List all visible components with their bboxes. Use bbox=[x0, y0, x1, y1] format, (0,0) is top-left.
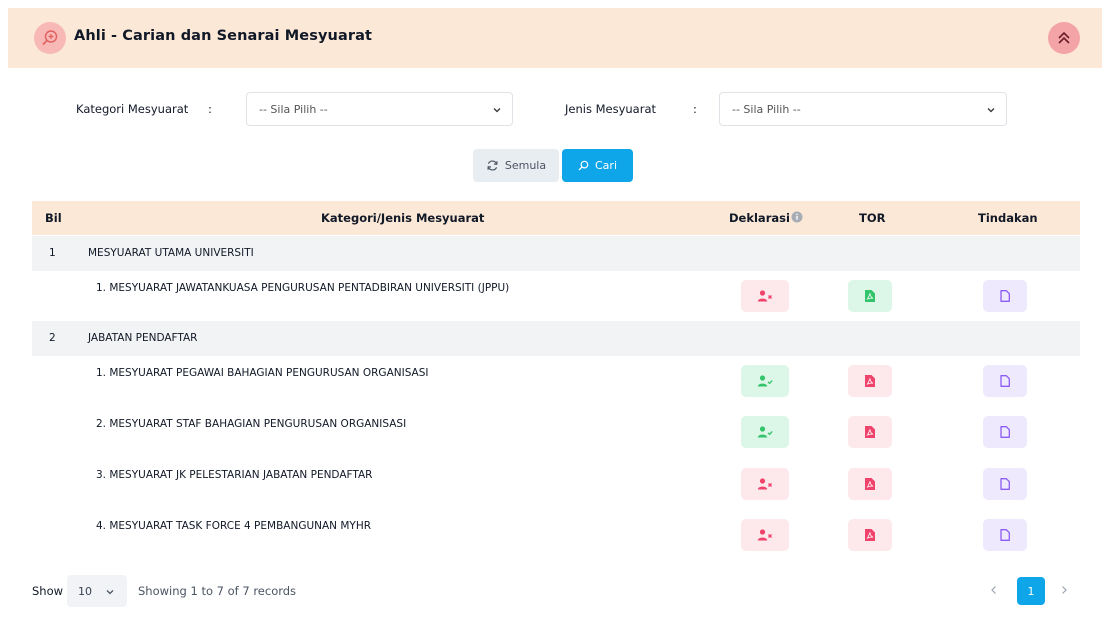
column-header-kategori[interactable]: Kategori/Jenis Mesyuarat bbox=[321, 211, 484, 225]
table-row: 2. MESYUARAT STAF BAHAGIAN PENGURUSAN OR… bbox=[32, 407, 1080, 458]
group-bil: 2 bbox=[49, 332, 56, 344]
meeting-name: 4. MESYUARAT TASK FORCE 4 PEMBANGUNAN MY… bbox=[96, 520, 372, 532]
column-header-bil: Bil bbox=[45, 211, 62, 225]
deklarasi-button[interactable] bbox=[741, 365, 789, 397]
jenis-colon: : bbox=[693, 102, 697, 116]
column-header-deklarasi: Deklarasi bbox=[729, 211, 790, 225]
meeting-name: 3. MESYUARAT JK PELESTARIAN JABATAN PEND… bbox=[96, 469, 373, 481]
collapse-button[interactable] bbox=[1048, 22, 1080, 54]
records-info: Showing 1 to 7 of 7 records bbox=[138, 584, 297, 598]
view-document-button[interactable] bbox=[983, 280, 1027, 312]
chevron-right-icon bbox=[1062, 586, 1067, 594]
file-pdf-icon bbox=[865, 478, 875, 490]
view-document-button[interactable] bbox=[983, 519, 1027, 551]
file-icon bbox=[1000, 290, 1010, 302]
search-icon bbox=[578, 160, 589, 171]
file-pdf-icon bbox=[865, 426, 875, 438]
chevron-double-up-icon bbox=[1058, 31, 1070, 44]
file-icon bbox=[1000, 529, 1010, 541]
user-check-icon bbox=[757, 426, 773, 438]
table-row: 1. MESYUARAT PEGAWAI BAHAGIAN PENGURUSAN… bbox=[32, 356, 1080, 407]
page-title: Ahli - Carian dan Senarai Mesyuarat bbox=[74, 28, 372, 44]
column-header-tindakan: Tindakan bbox=[978, 211, 1038, 225]
jenis-label: Jenis Mesyuarat bbox=[565, 102, 657, 116]
file-icon bbox=[1000, 426, 1010, 438]
meeting-name: 1. MESYUARAT PEGAWAI BAHAGIAN PENGURUSAN… bbox=[96, 367, 429, 379]
search-plus-icon bbox=[34, 22, 66, 54]
user-x-icon bbox=[757, 290, 772, 302]
user-x-icon bbox=[757, 529, 772, 541]
table-row: 1. MESYUARAT JAWATANKUASA PENGURUSAN PEN… bbox=[32, 271, 1080, 322]
group-bil: 1 bbox=[49, 247, 56, 259]
table-group-row: 2 JABATAN PENDAFTAR bbox=[32, 321, 1080, 356]
previous-page-button[interactable] bbox=[990, 583, 998, 599]
kategori-select[interactable]: -- Sila Pilih -- bbox=[246, 92, 513, 126]
tor-button[interactable] bbox=[848, 280, 892, 312]
file-icon bbox=[1000, 478, 1010, 490]
table-row: 4. MESYUARAT TASK FORCE 4 PEMBANGUNAN MY… bbox=[32, 509, 1080, 560]
meeting-name: 2. MESYUARAT STAF BAHAGIAN PENGURUSAN OR… bbox=[96, 418, 407, 430]
file-pdf-icon bbox=[865, 375, 875, 387]
next-page-button[interactable] bbox=[1060, 583, 1068, 599]
chevron-left-icon bbox=[991, 586, 996, 594]
tor-button[interactable] bbox=[848, 519, 892, 551]
search-button-label: Cari bbox=[595, 159, 617, 172]
jenis-select[interactable]: -- Sila Pilih -- bbox=[719, 92, 1007, 126]
view-document-button[interactable] bbox=[983, 468, 1027, 500]
user-check-icon bbox=[757, 375, 773, 387]
kategori-select-value: -- Sila Pilih -- bbox=[259, 103, 328, 116]
kategori-label: Kategori Mesyuarat bbox=[76, 102, 189, 116]
table-row: 3. MESYUARAT JK PELESTARIAN JABATAN PEND… bbox=[32, 458, 1080, 509]
group-name: JABATAN PENDAFTAR bbox=[88, 332, 198, 344]
deklarasi-button[interactable] bbox=[741, 519, 789, 551]
search-button[interactable]: Cari bbox=[562, 149, 633, 182]
view-document-button[interactable] bbox=[983, 365, 1027, 397]
jenis-select-value: -- Sila Pilih -- bbox=[732, 103, 801, 116]
page-header: Ahli - Carian dan Senarai Mesyuarat bbox=[8, 8, 1102, 68]
page-length-value: 10 bbox=[78, 585, 92, 598]
page-length-select[interactable]: 10 bbox=[67, 575, 127, 607]
table-header: Bil Kategori/Jenis Mesyuarat Deklarasi T… bbox=[32, 201, 1080, 235]
deklarasi-button[interactable] bbox=[741, 416, 789, 448]
show-label: Show bbox=[32, 584, 64, 598]
file-icon bbox=[1000, 375, 1010, 387]
chevron-down-icon bbox=[493, 108, 501, 113]
column-header-tor: TOR bbox=[859, 211, 886, 225]
tor-button[interactable] bbox=[848, 365, 892, 397]
reset-button-label: Semula bbox=[504, 159, 547, 172]
file-pdf-icon bbox=[865, 290, 875, 302]
deklarasi-button[interactable] bbox=[741, 280, 789, 312]
deklarasi-button[interactable] bbox=[741, 468, 789, 500]
chevron-down-icon bbox=[987, 108, 995, 113]
page-button-current[interactable]: 1 bbox=[1017, 577, 1045, 605]
file-pdf-icon bbox=[865, 529, 875, 541]
group-name: MESYUARAT UTAMA UNIVERSITI bbox=[88, 247, 254, 259]
tor-button[interactable] bbox=[848, 416, 892, 448]
user-x-icon bbox=[757, 478, 772, 490]
info-icon[interactable] bbox=[791, 211, 803, 226]
kategori-colon: : bbox=[208, 102, 212, 116]
table-group-row: 1 MESYUARAT UTAMA UNIVERSITI bbox=[32, 236, 1080, 271]
view-document-button[interactable] bbox=[983, 416, 1027, 448]
refresh-icon bbox=[487, 160, 498, 171]
chevron-down-icon bbox=[106, 590, 114, 595]
meeting-name: 1. MESYUARAT JAWATANKUASA PENGURUSAN PEN… bbox=[96, 282, 510, 294]
reset-button[interactable]: Semula bbox=[473, 149, 559, 182]
tor-button[interactable] bbox=[848, 468, 892, 500]
